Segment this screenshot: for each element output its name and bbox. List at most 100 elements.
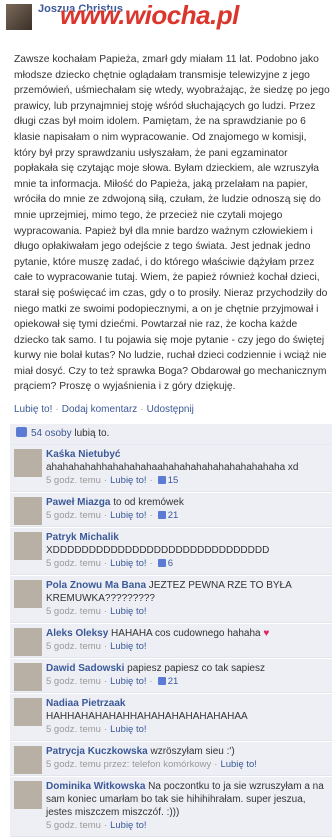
comment-like-count[interactable]: 21	[168, 510, 179, 521]
commenter-name[interactable]: Aleks Oleksy	[46, 628, 108, 639]
commenter-name[interactable]: Dominika Witkowska	[46, 781, 145, 792]
likes-suffix: lubią to.	[74, 428, 110, 439]
separator-dot: ·	[149, 676, 153, 687]
like-link[interactable]: Lubię to!	[14, 404, 52, 415]
comment-time[interactable]: 5 godz. temu	[46, 475, 101, 486]
comment-text: XDDDDDDDDDDDDDDDDDDDDDDDDDDDDDD	[46, 545, 270, 556]
watermark-logo: www.wiocha.pl	[60, 0, 239, 30]
comment-body: Aleks Oleksy HAHAHA cos cudownego hahaha…	[46, 627, 328, 640]
comment-like-link[interactable]: Lubię to!	[110, 475, 146, 486]
separator-dot: ·	[149, 475, 153, 486]
comment-like-link[interactable]: Lubię to!	[110, 641, 146, 652]
commenter-avatar[interactable]	[14, 781, 42, 809]
comment-body: Kaśka Nietubyć ahahahahahhahahahahaahaha…	[46, 448, 328, 474]
comment-like-link[interactable]: Lubię to!	[110, 724, 146, 735]
comment-text: ahahahahahhahahahahaahahahahahahahahahah…	[46, 462, 299, 473]
comment-meta: 5 godz. temu · Lubię to!	[46, 605, 328, 619]
commenter-name[interactable]: Patrycja Kuczkowska	[46, 746, 148, 757]
comment-text: wzröszyłam sieu :')	[150, 746, 235, 757]
comment-item: Kaśka Nietubyć ahahahahahhahahahahaahaha…	[10, 445, 332, 492]
post-text: Zawsze kochałam Papieża, zmarł gdy miała…	[14, 54, 330, 393]
comment-like-count[interactable]: 6	[168, 558, 173, 569]
commenter-name[interactable]: Patryk Michalik	[46, 532, 119, 543]
comment-body: Pola Znowu Ma Bana JEZTEZ PEWNA RZE TO B…	[46, 579, 328, 605]
comment-like-link[interactable]: Lubię to!	[110, 558, 146, 569]
separator-dot: ·	[140, 404, 144, 415]
comment-meta: 5 godz. temu · Lubię to! · 6	[46, 557, 328, 571]
commenter-avatar[interactable]	[14, 746, 42, 774]
comment-time[interactable]: 5 godz. temu	[46, 641, 101, 652]
comment-body: Patryk Michalik XDDDDDDDDDDDDDDDDDDDDDDD…	[46, 531, 328, 557]
thumbs-up-icon	[157, 511, 166, 519]
commenter-avatar[interactable]	[14, 628, 42, 656]
share-link[interactable]: Udostępnij	[147, 404, 194, 415]
comment-meta: 5 godz. temu · Lubię to!	[46, 723, 328, 737]
comment-time[interactable]: 5 godz. temu	[46, 724, 101, 735]
comment-time[interactable]: 5 godz. temu	[46, 606, 101, 617]
separator-dot: ·	[149, 558, 153, 569]
likes-bar: 54 osoby lubią to.	[10, 424, 332, 445]
likes-count-link[interactable]: 54 osoby	[31, 428, 72, 439]
thumbs-up-icon	[157, 559, 166, 567]
comment-body: Paweł Miazga to od kremówek	[46, 496, 328, 509]
post-actions: Lubię to! · Dodaj komentarz · Udostępnij	[14, 404, 330, 415]
comment-meta: 5 godz. temu · Lubię to!	[46, 819, 328, 833]
commenter-avatar[interactable]	[14, 580, 42, 608]
separator-dot: ·	[103, 606, 108, 617]
comment-item: Patrycja Kuczkowska wzröszyłam sieu :') 5…	[10, 742, 332, 776]
separator-dot: ·	[103, 510, 108, 521]
comment-item: Nadiaa Pietrzaak HAHHAHAHAHAHHAHAHAHAHAH…	[10, 694, 332, 741]
comment-body: Nadiaa Pietrzaak HAHHAHAHAHAHHAHAHAHAHAH…	[46, 697, 328, 723]
commenter-name[interactable]: Pola Znowu Ma Bana	[46, 580, 146, 591]
commenter-avatar[interactable]	[14, 698, 42, 726]
comment-meta: 5 godz. temu · Lubię to! · 15	[46, 474, 328, 488]
separator-dot: ·	[149, 510, 153, 521]
comment-like-count[interactable]: 21	[168, 676, 179, 687]
comment-like-link[interactable]: Lubię to!	[110, 606, 146, 617]
comment-time[interactable]: 5 godz. temu przez: telefon komórkowy	[46, 759, 211, 770]
separator-dot: ·	[103, 676, 108, 687]
separator-dot: ·	[55, 404, 59, 415]
comment-body: Dawid Sadowski papiesz papiesz co tak sa…	[46, 662, 328, 675]
comment-text: HAHAHA cos cudownego hahaha	[111, 628, 261, 639]
comment-item: Paweł Miazga to od kremówek 5 godz. temu ·…	[10, 493, 332, 527]
comment-meta: 5 godz. temu · Lubię to!	[46, 640, 328, 654]
comment-time[interactable]: 5 godz. temu	[46, 820, 101, 831]
comment-meta: 5 godz. temu · Lubię to! · 21	[46, 509, 328, 523]
separator-dot: ·	[103, 724, 108, 735]
comment-text: HAHHAHAHAHAHHAHAHAHAHAHAHAHAA	[46, 711, 248, 722]
commenter-avatar[interactable]	[14, 449, 42, 477]
commenter-avatar[interactable]	[14, 663, 42, 691]
commenter-name[interactable]: Nadiaa Pietrzaak	[46, 698, 126, 709]
comment-like-count[interactable]: 15	[168, 475, 179, 486]
commenter-name[interactable]: Dawid Sadowski	[46, 663, 124, 674]
separator-dot: ·	[103, 820, 108, 831]
comment-meta: 5 godz. temu · Lubię to! · 21	[46, 675, 328, 689]
comment-item: Aleks Oleksy HAHAHA cos cudownego hahaha…	[10, 624, 332, 658]
comment-body: Patrycja Kuczkowska wzröszyłam sieu :')	[46, 745, 328, 758]
comment-body: Dominika Witkowska Na poczontku to ja si…	[46, 780, 328, 819]
comment-item: Pola Znowu Ma Bana JEZTEZ PEWNA RZE TO B…	[10, 576, 332, 623]
comment-like-link[interactable]: Lubię to!	[110, 510, 146, 521]
commenter-name[interactable]: Kaśka Nietubyć	[46, 449, 120, 460]
comment-like-link[interactable]: Lubię to!	[110, 820, 146, 831]
comment-time[interactable]: 5 godz. temu	[46, 510, 101, 521]
commenter-avatar[interactable]	[14, 532, 42, 560]
comment-time[interactable]: 5 godz. temu	[46, 558, 101, 569]
comment-item: Dominika Witkowska Na poczontku to ja si…	[10, 777, 332, 837]
author-avatar[interactable]	[6, 4, 32, 30]
thumbs-up-icon	[157, 476, 166, 484]
commenter-name[interactable]: Paweł Miazga	[46, 497, 110, 508]
commenter-avatar[interactable]	[14, 497, 42, 525]
comment-link[interactable]: Dodaj komentarz	[62, 404, 138, 415]
separator-dot: ·	[103, 558, 108, 569]
thumbs-up-icon	[16, 427, 27, 437]
comment-like-link[interactable]: Lubię to!	[220, 759, 256, 770]
comment-item: Patryk Michalik XDDDDDDDDDDDDDDDDDDDDDDD…	[10, 528, 332, 575]
separator-dot: ·	[103, 475, 108, 486]
post-header: Joszua Christus www.wiocha.pl	[0, 0, 336, 36]
comment-meta: 5 godz. temu przez: telefon komórkowy · Lu…	[46, 758, 328, 772]
comment-like-link[interactable]: Lubię to!	[110, 676, 146, 687]
comment-item: Dawid Sadowski papiesz papiesz co tak sa…	[10, 659, 332, 693]
comment-time[interactable]: 5 godz. temu	[46, 676, 101, 687]
